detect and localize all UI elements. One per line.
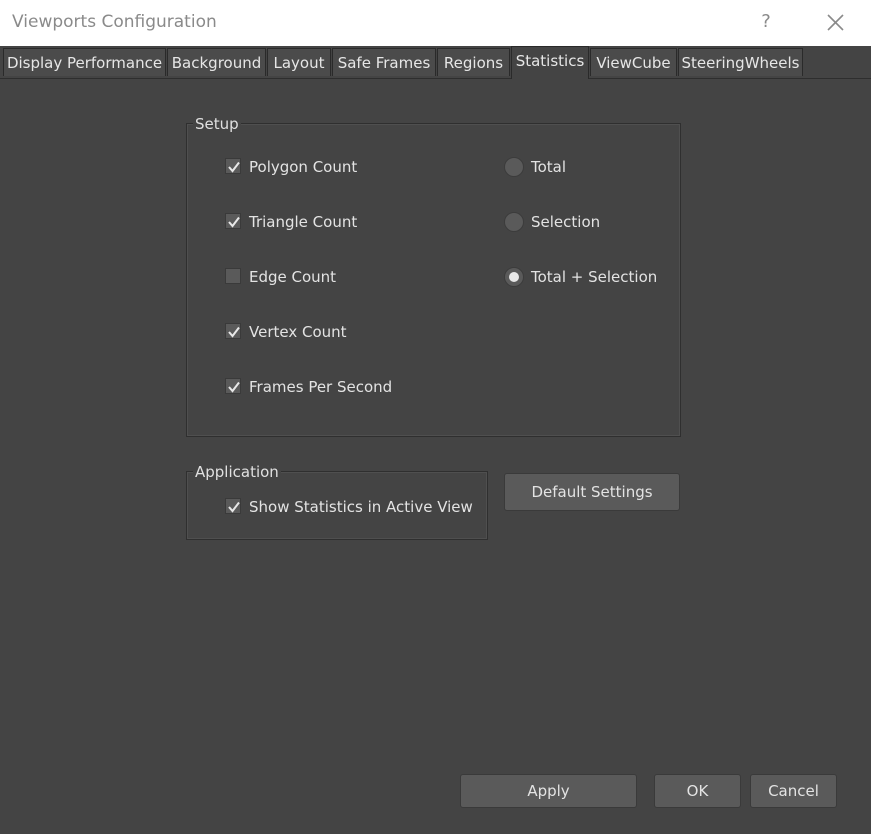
checkmark-icon [228, 161, 240, 173]
close-icon [827, 14, 844, 31]
radio-circle[interactable] [504, 157, 524, 177]
setup-group-label: Setup [193, 115, 241, 133]
checkmark-icon [228, 326, 240, 338]
radio-circle[interactable] [504, 212, 524, 232]
vertex-count-checkbox[interactable]: Vertex Count [225, 321, 425, 343]
window-title: Viewports Configuration [12, 12, 217, 32]
tab-statistics[interactable]: Statistics [511, 46, 589, 79]
checkbox-box[interactable] [225, 323, 241, 339]
tab-safe-frames[interactable]: Safe Frames [332, 48, 436, 76]
frames-per-second-checkbox[interactable]: Frames Per Second [225, 376, 425, 398]
polygon-count-label: Polygon Count [249, 158, 358, 176]
tab-steeringwheels[interactable]: SteeringWheels [678, 48, 803, 76]
selection-radio[interactable]: Selection [504, 211, 674, 233]
checkmark-icon [228, 381, 240, 393]
vertex-count-label: Vertex Count [249, 323, 347, 341]
show-statistics-label: Show Statistics in Active View [249, 498, 473, 516]
help-button[interactable]: ? [755, 8, 777, 36]
checkbox-box[interactable] [225, 158, 241, 174]
apply-button[interactable]: Apply [460, 774, 637, 808]
title-bar: Viewports Configuration ? [0, 0, 871, 47]
polygon-count-checkbox[interactable]: Polygon Count [225, 156, 425, 178]
checkbox-box[interactable] [225, 378, 241, 394]
radio-circle-selected[interactable] [504, 267, 524, 287]
ok-button[interactable]: OK [654, 774, 741, 808]
show-statistics-checkbox[interactable]: Show Statistics in Active View [225, 496, 475, 518]
checkbox-box[interactable] [225, 268, 241, 284]
application-group-label: Application [193, 463, 281, 481]
checkmark-icon [228, 216, 240, 228]
tab-viewcube[interactable]: ViewCube [590, 48, 677, 76]
total-plus-selection-radio[interactable]: Total + Selection [504, 266, 674, 288]
tab-display-performance[interactable]: Display Performance [3, 48, 166, 76]
close-button[interactable] [818, 6, 852, 40]
frames-per-second-label: Frames Per Second [249, 378, 393, 396]
edge-count-label: Edge Count [249, 268, 337, 286]
tab-layout[interactable]: Layout [267, 48, 331, 76]
tab-bar: Display Performance Background Layout Sa… [0, 46, 871, 79]
triangle-count-checkbox[interactable]: Triangle Count [225, 211, 425, 233]
tab-background[interactable]: Background [167, 48, 266, 76]
checkbox-box[interactable] [225, 213, 241, 229]
selection-radio-label: Selection [531, 213, 601, 231]
checkmark-icon [228, 501, 240, 513]
triangle-count-label: Triangle Count [249, 213, 358, 231]
checkbox-box[interactable] [225, 498, 241, 514]
total-radio-label: Total [531, 158, 567, 176]
total-plus-selection-radio-label: Total + Selection [531, 268, 658, 286]
edge-count-checkbox[interactable]: Edge Count [225, 266, 425, 288]
default-settings-button[interactable]: Default Settings [504, 473, 680, 511]
tab-regions[interactable]: Regions [437, 48, 510, 76]
total-radio[interactable]: Total [504, 156, 674, 178]
cancel-button[interactable]: Cancel [750, 774, 837, 808]
